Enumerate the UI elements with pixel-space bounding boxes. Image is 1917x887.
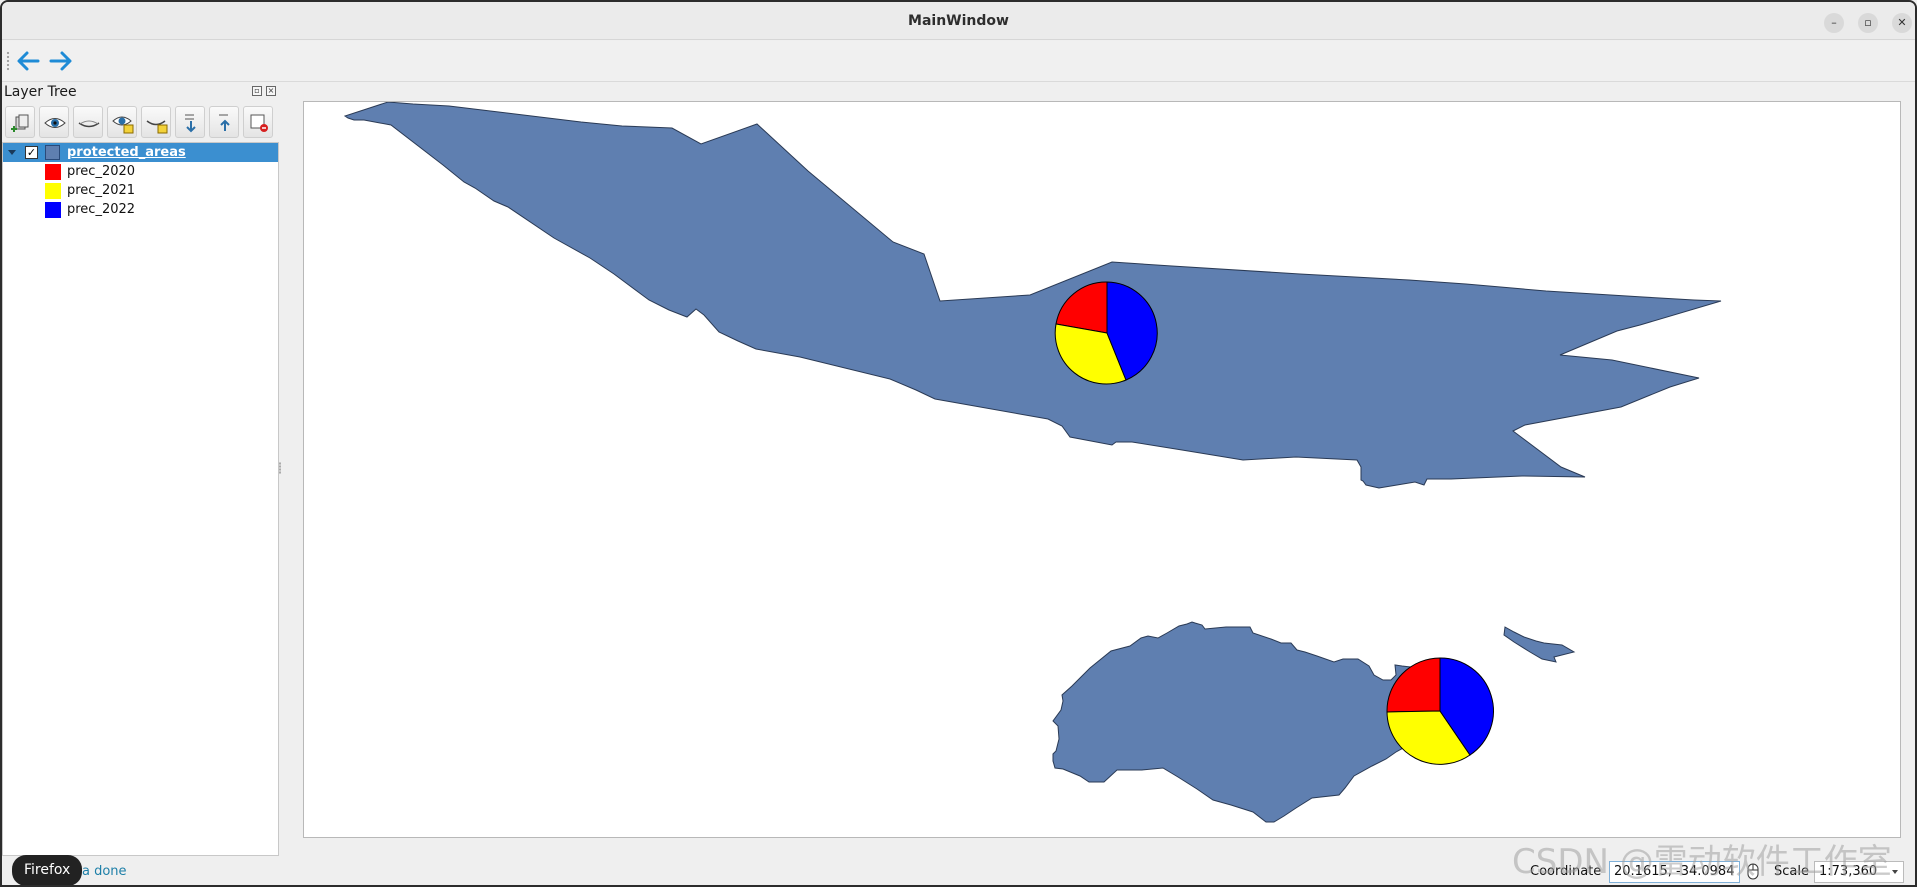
- legend-swatch: [45, 183, 61, 199]
- forward-button[interactable]: [46, 46, 76, 76]
- protected-area-polygon[interactable]: [343, 101, 1722, 489]
- layer-visibility-checkbox[interactable]: ✓: [25, 146, 38, 159]
- add-group-icon: [11, 114, 29, 132]
- firefox-tooltip: Firefox: [12, 855, 83, 885]
- hide-selected-layers-button[interactable]: [141, 106, 171, 138]
- show-all-layers-icon: [44, 118, 66, 128]
- navigation-toolbar: [2, 41, 1915, 82]
- maximize-button[interactable]: ▫: [1858, 13, 1878, 33]
- layer-name[interactable]: protected_areas: [67, 145, 186, 160]
- layer-tree-view[interactable]: ✓ protected_areas prec_2020 prec_2021 pr…: [2, 142, 279, 856]
- show-all-layers-button[interactable]: [39, 106, 69, 138]
- hide-selected-layers-icon: [146, 120, 168, 134]
- status-message: a done: [82, 864, 127, 879]
- protected-area-polygon[interactable]: [1503, 626, 1576, 663]
- arrow-left-icon: [17, 51, 40, 71]
- remove-layer-icon: [250, 114, 268, 132]
- toolbar-grip[interactable]: [6, 51, 10, 71]
- legend-label: prec_2022: [67, 202, 136, 217]
- collapse-all-button[interactable]: [209, 106, 239, 138]
- collapse-all-icon: [219, 114, 230, 131]
- minimize-button[interactable]: –: [1824, 13, 1844, 33]
- panel-splitter[interactable]: [279, 462, 281, 474]
- polygon-symbol-icon: [45, 145, 60, 160]
- expand-arrow-icon[interactable]: [8, 150, 16, 155]
- watermark: CSDN @雷动软件工作室: [1512, 842, 1892, 882]
- legend-item: prec_2021: [3, 181, 278, 200]
- expand-all-icon: [185, 114, 196, 133]
- legend-label: prec_2020: [67, 164, 136, 179]
- arrow-right-icon: [49, 51, 72, 71]
- close-button[interactable]: ✕: [1892, 13, 1912, 33]
- chevron-down-icon[interactable]: [1892, 870, 1898, 874]
- window-title: MainWindow: [908, 13, 1009, 29]
- remove-layer-button[interactable]: [243, 106, 273, 138]
- map-view[interactable]: [304, 101, 1900, 837]
- layer-tree-title: Layer Tree: [4, 84, 77, 100]
- legend-item: prec_2022: [3, 200, 278, 219]
- legend-item: prec_2020: [3, 162, 278, 181]
- legend-swatch: [45, 164, 61, 180]
- legend-swatch: [45, 202, 61, 218]
- legend-label: prec_2021: [67, 183, 136, 198]
- hide-all-layers-icon: [78, 120, 100, 128]
- show-selected-layers-button[interactable]: [107, 106, 137, 138]
- show-selected-layers-icon: [112, 116, 134, 134]
- pie-chart[interactable]: [1054, 281, 1158, 385]
- title-bar: MainWindow – ▫ ✕: [2, 2, 1915, 40]
- map-canvas[interactable]: [303, 101, 1901, 838]
- add-group-button[interactable]: [5, 106, 35, 138]
- main-window: MainWindow – ▫ ✕ Layer Tree ▫ × ✓ protec…: [0, 0, 1917, 887]
- layer-row-protected-areas[interactable]: ✓ protected_areas: [3, 143, 278, 162]
- back-button[interactable]: [13, 46, 43, 76]
- hide-all-layers-button[interactable]: [73, 106, 103, 138]
- pie-chart[interactable]: [1386, 657, 1494, 765]
- float-panel-button[interactable]: ▫: [252, 86, 262, 96]
- protected-area-polygon[interactable]: [1052, 621, 1423, 823]
- expand-all-button[interactable]: [175, 106, 205, 138]
- close-panel-button[interactable]: ×: [266, 86, 276, 96]
